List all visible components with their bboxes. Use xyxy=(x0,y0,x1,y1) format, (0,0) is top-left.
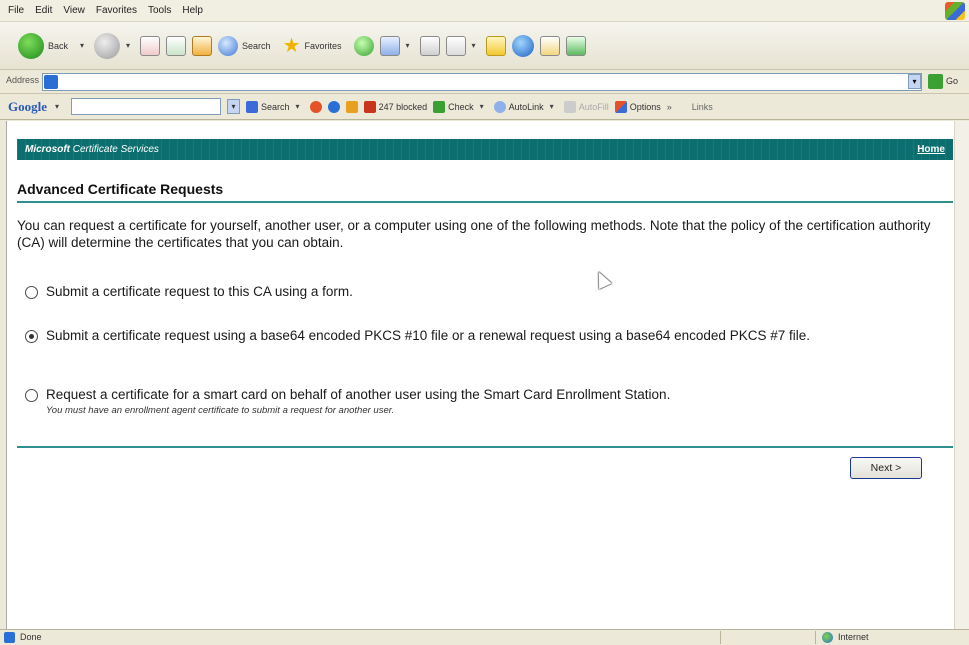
address-input[interactable] xyxy=(42,73,922,91)
back-dropdown-icon[interactable]: ▾ xyxy=(80,41,84,50)
forward-dropdown-icon[interactable]: ▾ xyxy=(126,41,130,50)
menu-view[interactable]: View xyxy=(63,5,85,16)
pagerank-icon[interactable] xyxy=(309,100,322,113)
option-smartcard-label[interactable]: Request a certificate for a smart card o… xyxy=(46,387,670,403)
go-arrow-icon[interactable] xyxy=(928,74,943,89)
options-icon xyxy=(614,100,627,113)
check-label: Check xyxy=(448,101,474,112)
favorites-label[interactable]: Favorites xyxy=(305,41,342,51)
mail-dropdown-icon[interactable]: ▾ xyxy=(406,41,410,50)
mail-icon[interactable] xyxy=(379,35,400,56)
menu-bar: File Edit View Favorites Tools Help xyxy=(0,0,969,22)
brand-bold: Microsoft xyxy=(25,144,70,155)
google-g-icon xyxy=(246,100,259,113)
more-chevron-icon[interactable]: » xyxy=(667,102,672,112)
menu-favorites[interactable]: Favorites xyxy=(96,5,137,16)
popup-blocker-button[interactable]: 247 blocked xyxy=(363,100,428,113)
menu-tools[interactable]: Tools xyxy=(148,5,171,16)
autofill-button[interactable]: AutoFill xyxy=(563,100,609,113)
history-icon[interactable] xyxy=(353,35,374,56)
options-button[interactable]: Options xyxy=(614,100,661,113)
autolink-icon xyxy=(493,100,506,113)
next-button[interactable]: Next > xyxy=(850,457,922,479)
google-search-dropdown-icon[interactable]: ▾ xyxy=(227,99,241,114)
google-menu-dropdown-icon[interactable]: ▾ xyxy=(55,102,59,111)
blocked-count-label: 247 blocked xyxy=(378,101,428,112)
status-bar: Done Internet xyxy=(0,629,969,645)
autolink-dropdown-icon[interactable]: ▾ xyxy=(550,102,554,111)
title-divider xyxy=(17,201,953,203)
brand-rest: Certificate Services xyxy=(70,144,159,155)
option-smartcard-note: You must have an enrollment agent certif… xyxy=(46,405,395,416)
page-content: Microsoft Certificate Services Home Adva… xyxy=(6,121,954,629)
google-search-button[interactable]: Search xyxy=(246,100,290,113)
google-search-options-icon[interactable]: ▾ xyxy=(296,102,300,111)
google-toolbar: Google ▾ ▾ Search ▾ 247 blocked Check ▾ … xyxy=(0,94,969,120)
favorites-star-icon[interactable]: ★ xyxy=(283,36,301,56)
status-separator xyxy=(720,631,721,644)
radio-form-request[interactable] xyxy=(25,286,38,299)
print-icon[interactable] xyxy=(419,35,440,56)
address-bar: Address ▾ Go xyxy=(0,70,969,94)
popup-blocker-icon xyxy=(363,100,376,113)
highlight-icon[interactable] xyxy=(345,100,358,113)
news-icon[interactable] xyxy=(327,100,340,113)
autofill-label: AutoFill xyxy=(578,101,609,112)
radio-smartcard-request[interactable] xyxy=(25,389,38,402)
page-icon xyxy=(44,75,58,89)
intro-text: You can request a certificate for yourse… xyxy=(17,218,931,250)
option-pkcs-label[interactable]: Submit a certificate request using a bas… xyxy=(46,328,810,344)
google-search-input[interactable] xyxy=(71,98,222,115)
menu-file[interactable]: File xyxy=(8,5,24,16)
option-pkcs-request[interactable]: Submit a certificate request using a bas… xyxy=(25,328,945,344)
certificate-services-header: Microsoft Certificate Services Home xyxy=(17,139,953,160)
search-icon[interactable] xyxy=(218,35,239,56)
autofill-icon xyxy=(563,100,576,113)
address-label: Address xyxy=(6,75,40,85)
security-zone-label: Internet xyxy=(838,632,869,642)
back-label[interactable]: Back xyxy=(48,41,68,51)
standard-toolbar: Back ▾ ▾ Search ★ Favorites ▾ ▾ xyxy=(0,22,969,70)
status-separator xyxy=(815,631,816,644)
edit-icon[interactable] xyxy=(445,35,466,56)
refresh-icon[interactable] xyxy=(166,35,187,56)
spellcheck-icon xyxy=(433,100,446,113)
internet-zone-icon xyxy=(822,632,833,643)
back-arrow-icon[interactable] xyxy=(18,32,44,59)
option-smartcard-request[interactable]: Request a certificate for a smart card o… xyxy=(25,387,945,416)
home-link[interactable]: Home xyxy=(917,144,945,155)
menu-edit[interactable]: Edit xyxy=(35,5,52,16)
stop-icon[interactable] xyxy=(140,35,161,56)
autolink-label: AutoLink xyxy=(508,101,544,112)
autolink-button[interactable]: AutoLink xyxy=(493,100,544,113)
status-text: Done xyxy=(20,632,42,642)
spellcheck-button[interactable]: Check xyxy=(433,100,474,113)
radio-pkcs-request[interactable] xyxy=(25,330,38,343)
discuss-icon[interactable] xyxy=(485,35,506,56)
links-label[interactable]: Links xyxy=(692,102,713,112)
edit-dropdown-icon[interactable]: ▾ xyxy=(472,41,476,50)
messenger-icon[interactable] xyxy=(565,35,586,56)
windows-logo-icon xyxy=(945,2,965,20)
go-label[interactable]: Go xyxy=(946,76,958,86)
address-dropdown-icon[interactable]: ▾ xyxy=(908,74,921,89)
vertical-scrollbar[interactable] xyxy=(954,121,969,629)
google-logo[interactable]: Google xyxy=(8,99,47,115)
forward-arrow-icon[interactable] xyxy=(94,32,121,59)
globe-icon[interactable] xyxy=(511,34,534,57)
page-title: Advanced Certificate Requests xyxy=(17,181,224,197)
home-icon[interactable] xyxy=(192,35,213,56)
research-icon[interactable] xyxy=(539,35,560,56)
page-status-icon xyxy=(4,632,15,643)
search-label[interactable]: Search xyxy=(242,41,271,51)
google-search-label: Search xyxy=(261,101,290,112)
check-dropdown-icon[interactable]: ▾ xyxy=(480,102,484,111)
options-label: Options xyxy=(629,101,661,112)
menu-help[interactable]: Help xyxy=(182,5,203,16)
bottom-divider xyxy=(17,446,953,448)
option-form-label[interactable]: Submit a certificate request to this CA … xyxy=(46,284,353,300)
brand-title: Microsoft Certificate Services xyxy=(25,144,159,155)
option-form-request[interactable]: Submit a certificate request to this CA … xyxy=(25,284,945,300)
